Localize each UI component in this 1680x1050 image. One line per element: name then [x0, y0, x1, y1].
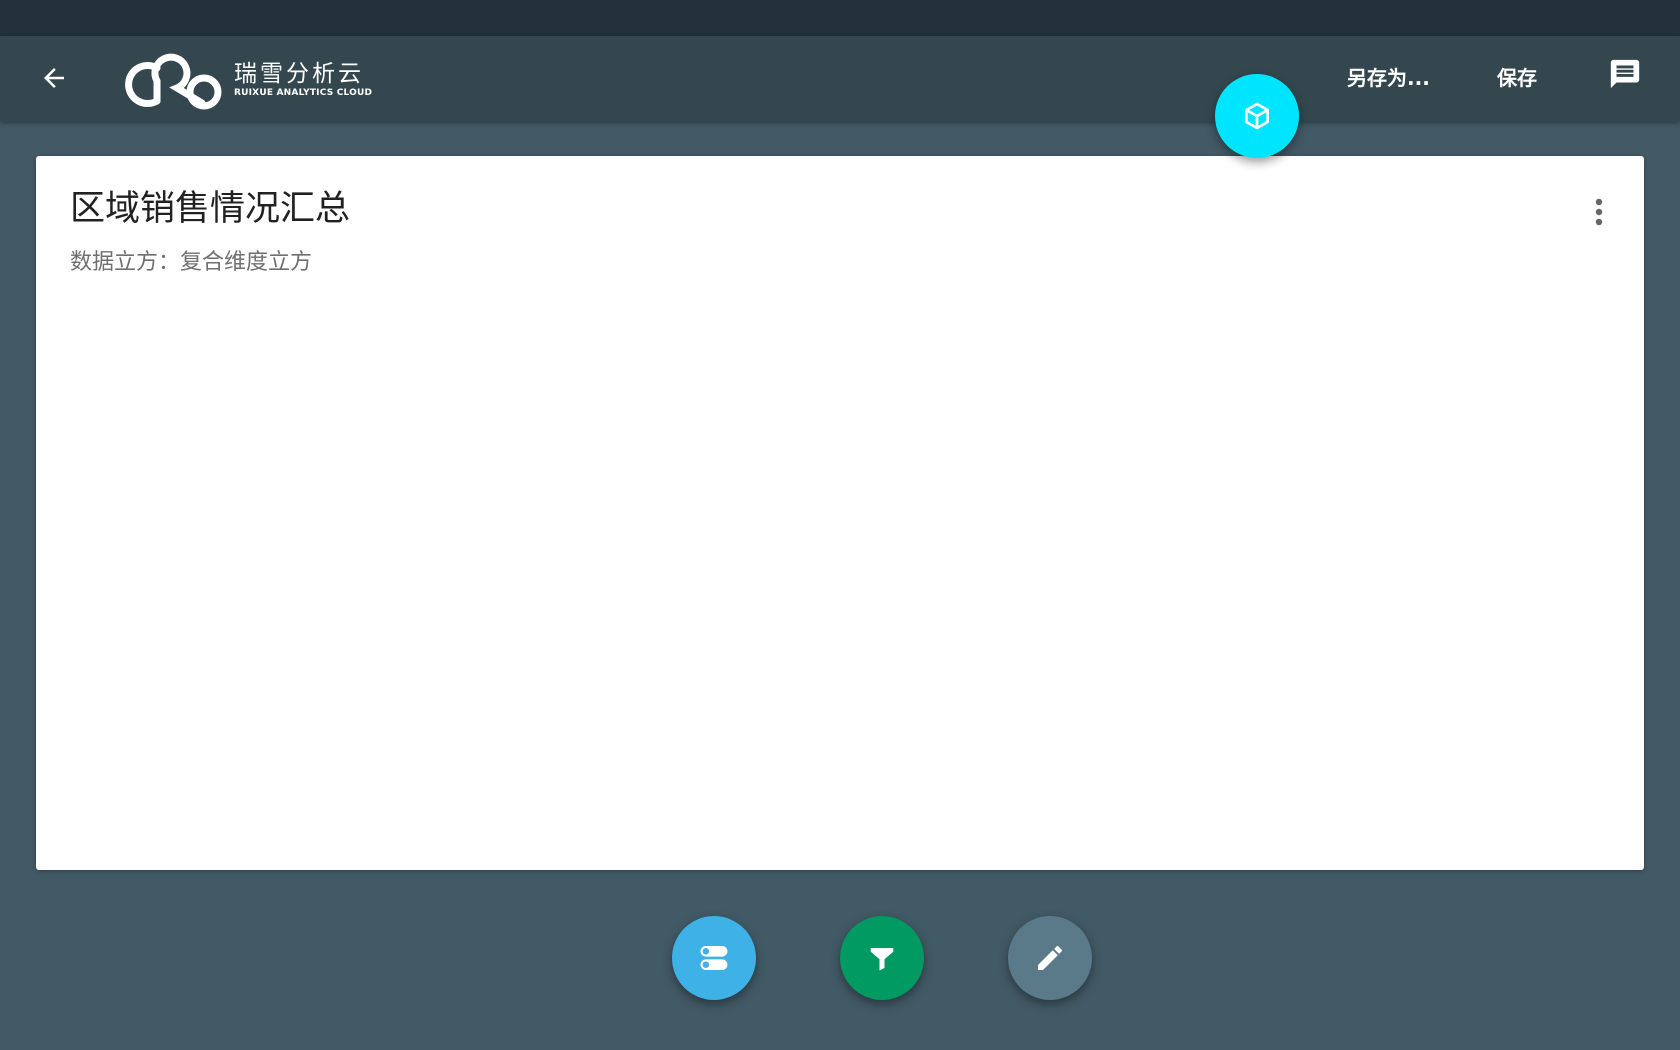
save-as-button[interactable]: 另存为...: [1347, 64, 1430, 92]
logo-name-en: RUIXUE ANALYTICS CLOUD: [234, 87, 373, 98]
cube-name: 复合维度立方: [180, 250, 313, 275]
cube-icon: [1245, 102, 1269, 130]
back-button[interactable]: [34, 58, 74, 98]
pencil-icon: [1038, 945, 1063, 970]
app-bar: 瑞雪分析云 RUIXUE ANALYTICS CLOUD 另存为... 保存: [0, 36, 1680, 121]
save-button[interactable]: 保存: [1497, 64, 1537, 92]
system-status-bar: [0, 0, 1680, 36]
report-title: 区域销售情况汇总: [70, 189, 351, 229]
dimensions-button[interactable]: [672, 916, 756, 1000]
message-icon: [1610, 59, 1640, 89]
more-options-button[interactable]: [1584, 192, 1614, 232]
select-cube-button[interactable]: [1215, 74, 1299, 158]
report-cube-info: 数据立方：复合维度立方: [70, 248, 312, 278]
filter-icon: [870, 948, 894, 971]
cube-label: 数据立方：: [70, 250, 181, 275]
logo-name-cn: 瑞雪分析云: [234, 60, 364, 87]
message-button[interactable]: [1605, 54, 1645, 94]
arrow-back-icon: [44, 68, 64, 88]
more-vert-icon: [1595, 198, 1603, 226]
filter-button[interactable]: [840, 916, 924, 1000]
cloud-logo-icon: [125, 53, 222, 110]
edit-button[interactable]: [1008, 916, 1092, 1000]
toggles-icon: [700, 945, 728, 971]
logo-text: 瑞雪分析云 RUIXUE ANALYTICS CLOUD: [234, 61, 372, 100]
ruixue-logo: 瑞雪分析云 RUIXUE ANALYTICS CLOUD: [124, 48, 372, 112]
report-card: 区域销售情况汇总 数据立方：复合维度立方: [36, 156, 1644, 870]
